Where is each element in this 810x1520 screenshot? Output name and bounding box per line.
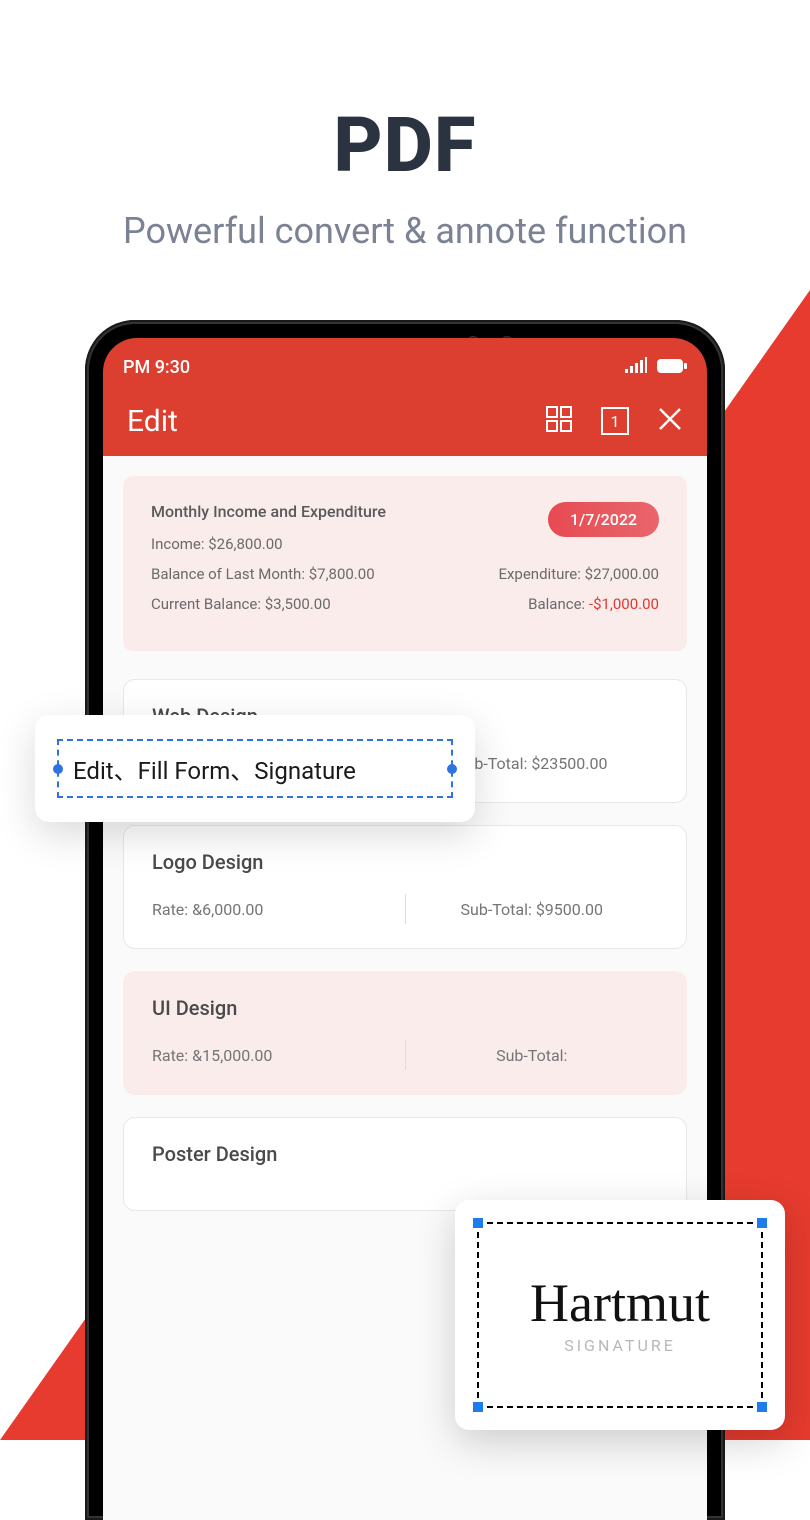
item-subtotal: Sub-Total: <box>406 1046 659 1065</box>
selection-handle-right[interactable] <box>447 764 457 774</box>
resize-handle-tr[interactable] <box>755 1216 769 1230</box>
summary-last-balance: Balance of Last Month: $7,800.00 <box>151 565 375 583</box>
item-rate: Rate: &6,000.00 <box>152 900 405 919</box>
item-card-ui-design[interactable]: UI Design Rate: &15,000.00 Sub-Total: <box>123 971 687 1095</box>
resize-handle-tl[interactable] <box>471 1216 485 1230</box>
status-time: PM 9:30 <box>123 357 190 378</box>
item-rate: Rate: &15,000.00 <box>152 1046 405 1065</box>
battery-icon <box>657 357 687 378</box>
item-title: Poster Design <box>152 1142 658 1166</box>
summary-income: Income: $26,800.00 <box>151 535 386 553</box>
resize-handle-bl[interactable] <box>471 1400 485 1414</box>
selection-text: Edit、Fill Form、Signature <box>73 757 356 785</box>
summary-expenditure: Expenditure: $27,000.00 <box>498 565 659 583</box>
hero-subtitle: Powerful convert & annote function <box>0 210 810 252</box>
item-title: UI Design <box>152 996 658 1020</box>
signature-box[interactable]: Hartmut SIGNATURE <box>477 1222 763 1408</box>
summary-current-balance: Current Balance: $3,500.00 <box>151 595 331 613</box>
signature-script: Hartmut <box>530 1276 710 1330</box>
resize-handle-br[interactable] <box>755 1400 769 1414</box>
selection-handle-left[interactable] <box>53 764 63 774</box>
signature-overlay[interactable]: Hartmut SIGNATURE <box>455 1200 785 1430</box>
summary-balance: Balance: -$1,000.00 <box>528 595 659 613</box>
text-selection-overlay[interactable]: Edit、Fill Form、Signature <box>35 715 475 822</box>
close-icon[interactable] <box>657 406 683 436</box>
page-indicator[interactable]: 1 <box>601 407 629 435</box>
item-subtotal: Sub-Total: $9500.00 <box>406 900 659 919</box>
item-title: Logo Design <box>152 850 658 874</box>
item-card-poster-design[interactable]: Poster Design <box>123 1117 687 1211</box>
app-bar-title: Edit <box>127 404 545 439</box>
hero-title: PDF <box>0 100 810 190</box>
signal-icon <box>625 357 647 378</box>
summary-title: Monthly Income and Expenditure <box>151 502 386 521</box>
summary-card: Monthly Income and Expenditure Income: $… <box>123 476 687 651</box>
app-bar: Edit 1 <box>103 386 707 456</box>
grid-view-icon[interactable] <box>545 405 573 437</box>
text-selection-box[interactable]: Edit、Fill Form、Signature <box>57 739 453 798</box>
signature-label: SIGNATURE <box>564 1336 676 1355</box>
date-badge[interactable]: 1/7/2022 <box>548 502 659 537</box>
status-bar: PM 9:30 <box>103 338 707 386</box>
item-card-logo-design[interactable]: Logo Design Rate: &6,000.00 Sub-Total: $… <box>123 825 687 949</box>
